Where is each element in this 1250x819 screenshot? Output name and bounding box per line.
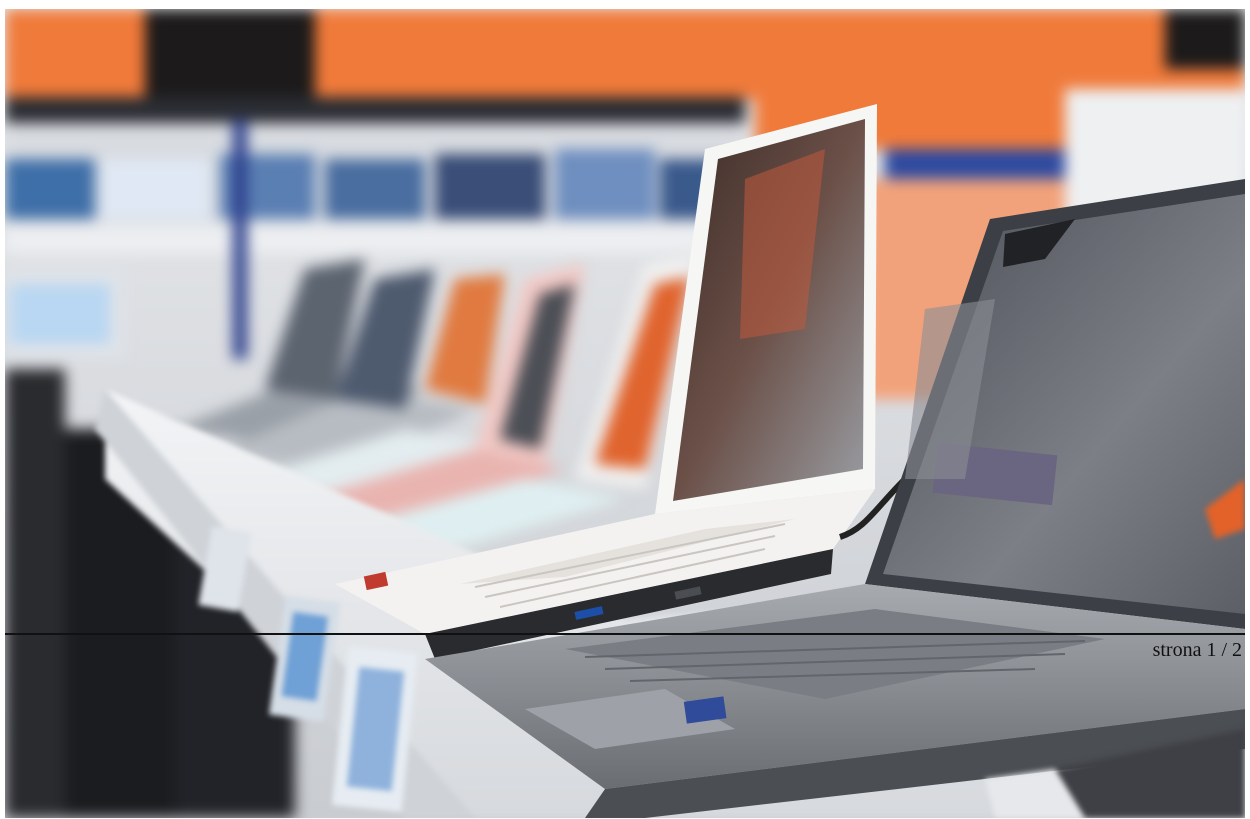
page-divider-line [5, 633, 1245, 635]
page-indicator: strona 1 / 2 [1152, 639, 1242, 661]
store-laptops-photo [5, 9, 1245, 818]
